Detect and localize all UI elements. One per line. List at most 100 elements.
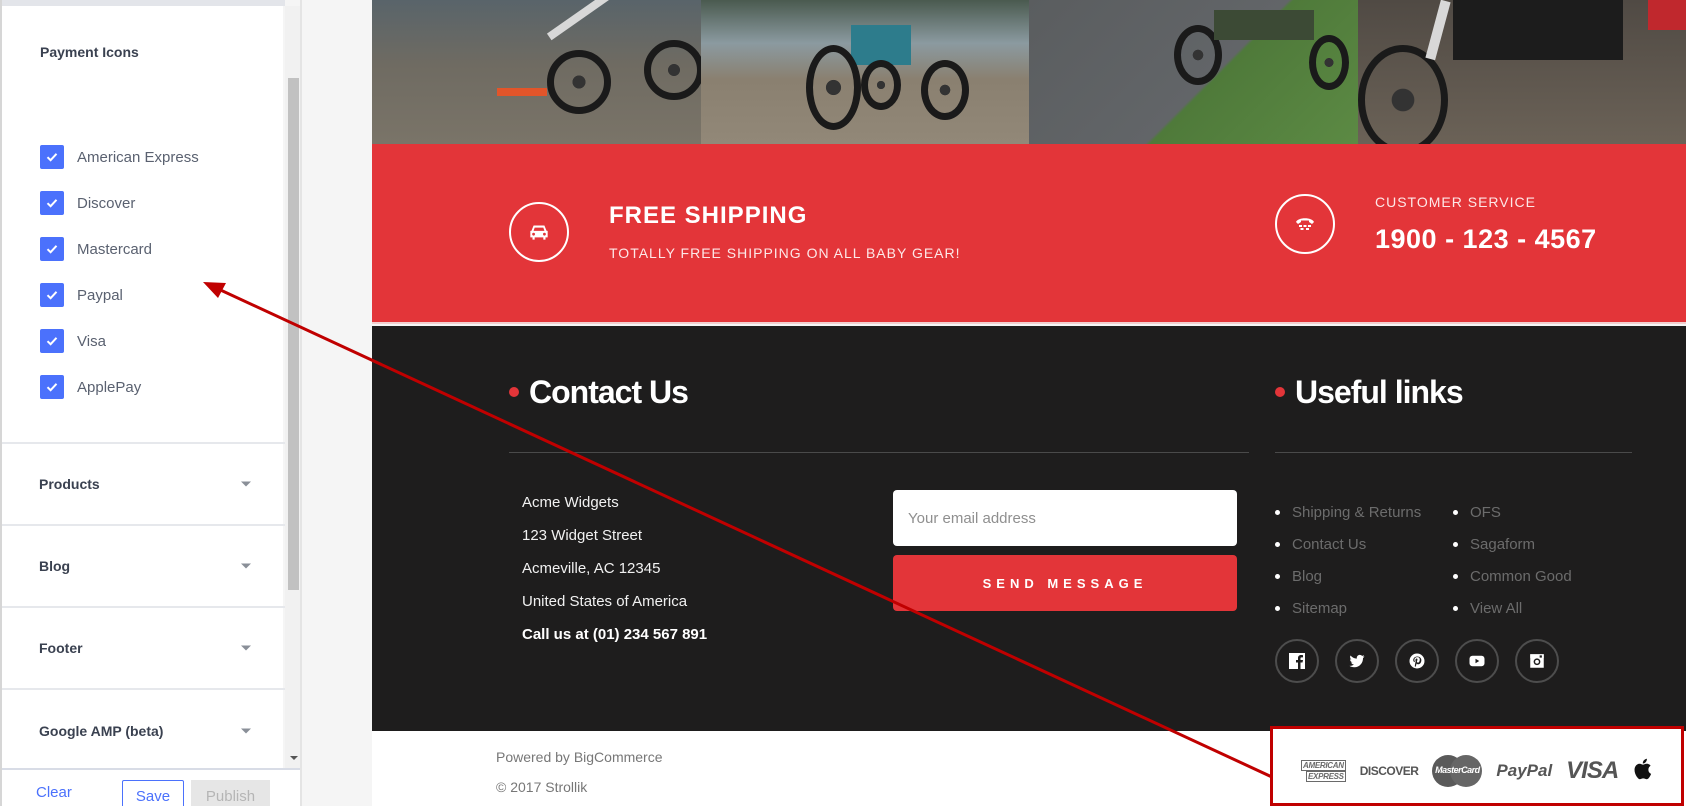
facebook-icon: [1289, 653, 1305, 669]
theme-editor: Payment Icons American Express Discover …: [0, 0, 1686, 806]
discover-icon: DISCOVER: [1359, 764, 1419, 778]
clear-button[interactable]: Clear: [36, 784, 72, 801]
checkbox-label: Mastercard: [77, 240, 153, 258]
twitter-icon: [1349, 654, 1365, 668]
youtube-icon: [1469, 655, 1485, 667]
payment-icons-row: AMERICAN EXPRESS DISCOVER MasterCard Pay…: [1301, 755, 1652, 787]
useful-links-heading: Useful links: [1275, 374, 1464, 411]
checkbox-checked-icon[interactable]: [40, 191, 64, 215]
save-button[interactable]: Save: [122, 780, 184, 806]
facebook-link[interactable]: [1275, 639, 1319, 683]
pinterest-icon: [1409, 653, 1425, 669]
footer-link-blog[interactable]: Blog: [1275, 560, 1421, 592]
heading-bullet-icon: [1275, 386, 1285, 397]
useful-links-column-2: OFS Sagaform Common Good View All: [1453, 496, 1572, 624]
address-line: Acmeville, AC 12345: [522, 560, 661, 577]
send-message-button[interactable]: SEND MESSAGE: [893, 555, 1237, 611]
checkbox-label: Discover: [77, 194, 136, 212]
pinterest-link[interactable]: [1395, 639, 1439, 683]
publish-button[interactable]: Publish: [191, 780, 270, 806]
sidebar-scroll-panel: Payment Icons American Express Discover …: [2, 6, 285, 768]
useful-links-column-1: Shipping & Returns Contact Us Blog Sitem…: [1275, 496, 1421, 624]
section-products[interactable]: Products: [2, 444, 285, 526]
footer-bottom-bar: Powered by BigCommerce © 2017 Strollik A…: [372, 726, 1686, 806]
customer-service-phone: 1900 - 123 - 4567: [1375, 224, 1597, 254]
youtube-link[interactable]: [1455, 639, 1499, 683]
hero-image-strip: [372, 0, 1686, 144]
apple-pay-icon: [1632, 757, 1652, 786]
checkbox-applepay[interactable]: ApplePay: [40, 364, 199, 410]
address-line: Acme Widgets: [522, 494, 619, 511]
theme-settings-sidebar: Payment Icons American Express Discover …: [0, 0, 302, 806]
visa-icon: VISA: [1566, 757, 1619, 784]
footer-link-view-all[interactable]: View All: [1453, 592, 1572, 624]
checkbox-checked-icon[interactable]: [40, 283, 64, 307]
promo-banner: FREE SHIPPING TOTALLY FREE SHIPPING ON A…: [372, 144, 1686, 324]
chevron-down-icon: [241, 645, 251, 651]
footer-link-ofs[interactable]: OFS: [1453, 496, 1572, 528]
footer-link-contact-us[interactable]: Contact Us: [1275, 528, 1421, 560]
copyright-text: © 2017 Strollik: [496, 779, 588, 795]
checkbox-label: Paypal: [77, 286, 123, 304]
checkbox-paypal[interactable]: Paypal: [40, 272, 199, 318]
section-title: Footer: [39, 640, 83, 656]
checkbox-visa[interactable]: Visa: [40, 318, 199, 364]
telephone-icon: [1275, 194, 1335, 254]
footer-link-sagaform[interactable]: Sagaform: [1453, 528, 1572, 560]
sidebar-divider: [300, 0, 302, 806]
section-title: Google AMP (beta): [39, 723, 164, 739]
customer-service-label: CUSTOMER SERVICE: [1375, 194, 1536, 210]
footer-link-shipping-returns[interactable]: Shipping & Returns: [1275, 496, 1421, 528]
checkbox-checked-icon[interactable]: [40, 145, 64, 169]
section-title: Blog: [39, 558, 71, 574]
american-express-icon: AMERICAN EXPRESS: [1301, 760, 1346, 782]
section-google-amp[interactable]: Google AMP (beta): [2, 690, 285, 768]
scroll-down-arrow-icon[interactable]: [290, 756, 298, 760]
section-footer[interactable]: Footer: [2, 608, 285, 690]
section-blog[interactable]: Blog: [2, 526, 285, 608]
payment-icons-highlight-box: AMERICAN EXPRESS DISCOVER MasterCard Pay…: [1270, 726, 1684, 806]
email-input[interactable]: [893, 490, 1237, 546]
checkbox-checked-icon[interactable]: [40, 329, 64, 353]
mastercard-icon: MasterCard: [1432, 755, 1483, 787]
paypal-icon: PayPal: [1496, 761, 1553, 780]
payment-icons-section: Payment Icons American Express Discover …: [2, 6, 285, 444]
scrollbar-thumb[interactable]: [288, 78, 299, 590]
checkbox-label: American Express: [77, 148, 199, 166]
free-shipping-title: FREE SHIPPING: [609, 202, 808, 229]
heading-bullet-icon: [509, 386, 519, 397]
payment-icons-section-title[interactable]: Payment Icons: [40, 44, 139, 60]
useful-links-divider: [1275, 452, 1632, 453]
store-preview: FREE SHIPPING TOTALLY FREE SHIPPING ON A…: [372, 0, 1686, 806]
instagram-icon: [1530, 654, 1544, 668]
hero-image-stroller-1: [372, 0, 701, 144]
hero-image-stroller-4: [1357, 0, 1686, 144]
call-us-line: Call us at (01) 234 567 891: [522, 626, 708, 643]
checkbox-american-express[interactable]: American Express: [40, 134, 199, 180]
contact-divider: [509, 452, 1249, 453]
checkbox-label: ApplePay: [77, 378, 142, 396]
sidebar-action-bar: Clear Save Publish: [2, 768, 302, 806]
car-icon: [509, 202, 569, 262]
checkbox-checked-icon[interactable]: [40, 237, 64, 261]
checkbox-mastercard[interactable]: Mastercard: [40, 226, 199, 272]
footer-link-common-good[interactable]: Common Good: [1453, 560, 1572, 592]
chevron-down-icon: [241, 728, 251, 734]
checkbox-checked-icon[interactable]: [40, 375, 64, 399]
store-address: Acme Widgets 123 Widget Street Acmeville…: [522, 486, 707, 651]
twitter-link[interactable]: [1335, 639, 1379, 683]
address-line: United States of America: [522, 593, 688, 610]
site-footer: Contact Us Acme Widgets 123 Widget Stree…: [372, 326, 1686, 731]
checkbox-label: Visa: [77, 332, 106, 350]
free-shipping-subtitle: TOTALLY FREE SHIPPING ON ALL BABY GEAR!: [609, 245, 961, 261]
payment-icons-checklist: American Express Discover Mastercard Pay…: [40, 134, 199, 410]
hero-image-stroller-3: [1029, 0, 1358, 144]
address-line: 123 Widget Street: [522, 527, 643, 544]
social-links: [1275, 639, 1559, 683]
chevron-down-icon: [241, 563, 251, 569]
instagram-link[interactable]: [1515, 639, 1559, 683]
checkbox-discover[interactable]: Discover: [40, 180, 199, 226]
footer-link-sitemap[interactable]: Sitemap: [1275, 592, 1421, 624]
powered-by-text: Powered by BigCommerce: [496, 749, 663, 765]
hero-image-stroller-2: [700, 0, 1029, 144]
